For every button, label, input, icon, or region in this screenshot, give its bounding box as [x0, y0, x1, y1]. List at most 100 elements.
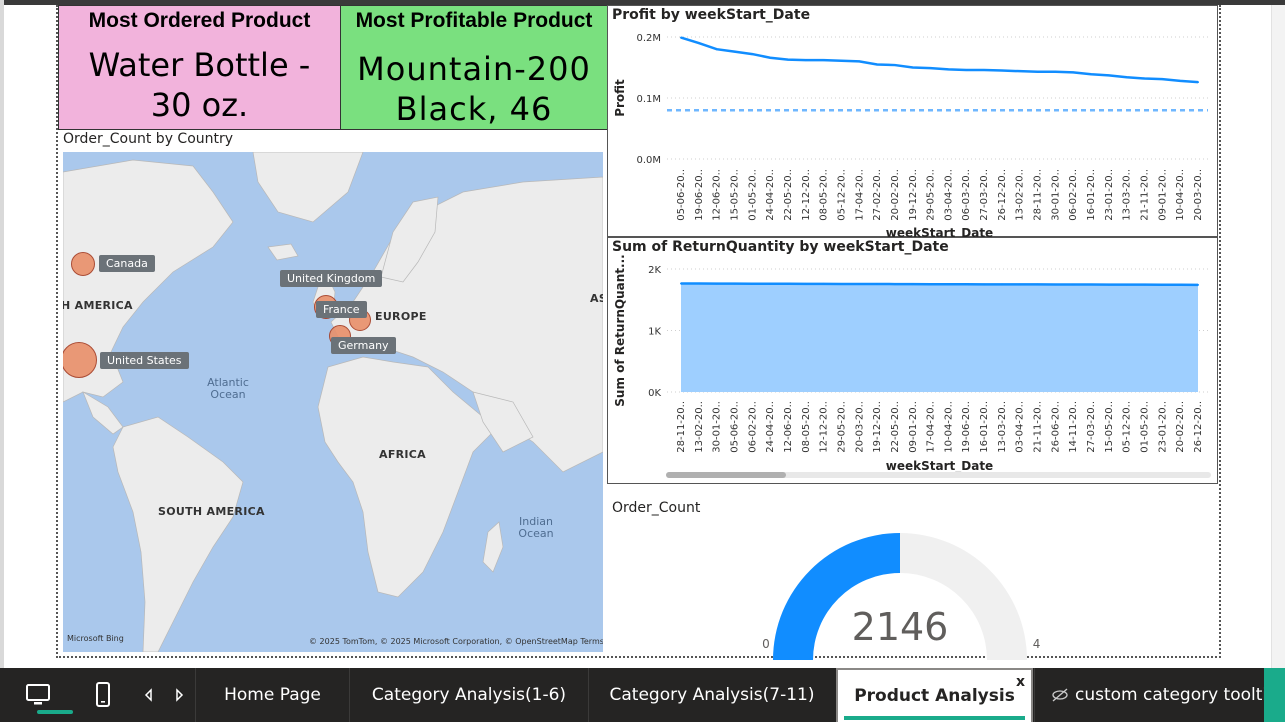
- x-tick-label: 14-11-20..: [1068, 401, 1079, 453]
- x-tick-label: 12-06-20..: [712, 169, 723, 221]
- data-point: [680, 36, 682, 39]
- data-point: [1107, 74, 1110, 77]
- x-tick-label: 05-12-20..: [1122, 401, 1133, 453]
- tab-category-analysis-1-6[interactable]: Category Analysis(1-6): [349, 668, 588, 722]
- card-most-profitable-product[interactable]: Most Profitable Product Mountain-200 Bla…: [340, 5, 608, 130]
- data-point: [1179, 283, 1182, 286]
- x-tick-label: 26-12-20..: [1193, 401, 1204, 453]
- map-attribution[interactable]: © 2025 TomTom, © 2025 Microsoft Corporat…: [309, 637, 603, 646]
- data-point: [1036, 283, 1039, 286]
- data-point: [697, 42, 700, 45]
- previous-page-button[interactable]: [138, 668, 158, 722]
- country-label-united-states: United States: [100, 352, 189, 369]
- data-point: [697, 282, 700, 285]
- country-label-united-kingdom: United Kingdom: [280, 270, 383, 287]
- data-point: [876, 283, 879, 286]
- ocean-label-atlantic: Atlantic Ocean: [207, 376, 249, 401]
- x-tick-label: 20-03-20..: [854, 401, 865, 453]
- data-point: [769, 282, 772, 285]
- data-point: [1000, 69, 1003, 72]
- x-tick-label: 20-02-20..: [890, 169, 901, 221]
- data-point: [911, 66, 914, 69]
- series-line: [680, 36, 1199, 84]
- card-most-ordered-product[interactable]: Most Ordered Product Water Bottle - 30 o…: [58, 5, 341, 130]
- tab-custom-category-tooltip[interactable]: custom category tooltip: [1034, 668, 1264, 722]
- x-tick-label: 22-05-20..: [783, 169, 794, 221]
- data-point: [1197, 283, 1199, 286]
- next-page-button[interactable]: [170, 668, 190, 722]
- order-count-gauge[interactable]: 2146 0 4292: [760, 520, 1063, 660]
- data-point: [786, 282, 789, 285]
- data-point: [893, 283, 896, 286]
- y-tick-label: 0K: [648, 388, 661, 399]
- region-label-asia: AS: [590, 292, 603, 305]
- tab-category-analysis-7-11[interactable]: Category Analysis(7-11): [588, 668, 835, 722]
- bing-logo: Microsoft Bing: [67, 634, 124, 643]
- x-tick-label: 09-01-20..: [908, 401, 919, 453]
- data-point: [1036, 70, 1039, 73]
- x-tick-label: 03-04-20..: [943, 169, 954, 221]
- desktop-layout-button[interactable]: [18, 668, 73, 722]
- gauge-svg: 2146 0 4292: [762, 533, 1063, 660]
- x-tick-label: 29-05-20..: [926, 169, 937, 221]
- return-quantity-area-chart[interactable]: Sum of ReturnQuantity by weekStart_Date …: [607, 237, 1218, 484]
- horizontal-scrollbar[interactable]: [666, 472, 1211, 478]
- order-count-map[interactable]: Canada United Kingdom France Germany Uni…: [63, 152, 603, 652]
- x-tick-label: 28-11-20..: [676, 401, 687, 453]
- tab-label: Home Page: [224, 685, 321, 705]
- data-point: [1125, 283, 1128, 286]
- data-point: [733, 282, 736, 285]
- data-point: [733, 50, 736, 53]
- data-point: [1143, 283, 1146, 286]
- close-tab-icon[interactable]: x: [1016, 674, 1025, 690]
- x-tick-label: 03-04-20..: [1015, 401, 1026, 453]
- data-point: [840, 59, 843, 62]
- mobile-layout-button[interactable]: [90, 668, 116, 722]
- gauge-max-label: 4292: [1033, 637, 1040, 651]
- data-point: [929, 67, 932, 70]
- data-point: [858, 283, 861, 286]
- data-point: [1000, 283, 1003, 286]
- x-tick-label: 23-01-20..: [1157, 401, 1168, 453]
- x-tick-label: 30-01-20..: [1050, 169, 1061, 221]
- active-tab-indicator: [844, 716, 1025, 720]
- map-title: Order_Count by Country: [63, 131, 234, 147]
- data-point: [1179, 79, 1182, 82]
- data-point: [822, 282, 825, 285]
- country-label-canada: Canada: [99, 255, 155, 272]
- x-tick-label: 13-03-20..: [997, 401, 1008, 453]
- data-point: [983, 283, 986, 286]
- scrollbar-thumb[interactable]: [666, 472, 786, 478]
- y-tick-label: 0.0M: [636, 155, 661, 166]
- data-point: [1054, 283, 1057, 286]
- data-point: [680, 282, 682, 285]
- x-tick-label: 17-04-20..: [926, 401, 937, 453]
- country-label-germany: Germany: [331, 337, 396, 354]
- y-tick-label: 1K: [648, 327, 661, 338]
- data-point: [1072, 71, 1075, 74]
- data-point: [751, 53, 754, 56]
- x-tick-label: 10-04-20..: [943, 401, 954, 453]
- x-tick-label: 12-06-20..: [783, 401, 794, 453]
- data-point: [751, 282, 754, 285]
- x-tick-label: 05-06-20..: [729, 401, 740, 453]
- gauge-title: Order_Count: [612, 500, 701, 516]
- profit-chart-svg: 0.2M 0.1M 0.0M 05-06-20.. 19-06-20.. 12-06-20…: [613, 33, 1208, 238]
- region-label-europe: EUROPE: [375, 310, 427, 323]
- data-point: [983, 68, 986, 71]
- data-point: [1018, 70, 1021, 73]
- x-tick-label: 23-01-20..: [1104, 169, 1115, 221]
- bubble-canada[interactable]: [71, 252, 95, 276]
- tab-product-analysis[interactable]: Product Analysis x: [836, 668, 1033, 722]
- vertical-scrollbar[interactable]: [1271, 5, 1285, 668]
- y-tick-label: 0.2M: [636, 33, 661, 44]
- tab-home-page[interactable]: Home Page: [195, 668, 349, 722]
- series-line: [680, 282, 1199, 287]
- tab-label: custom category tooltip: [1075, 685, 1264, 705]
- data-point: [858, 60, 861, 63]
- x-tick-label: 12-12-20..: [801, 169, 812, 221]
- country-label-france: France: [316, 301, 367, 318]
- profit-line-chart[interactable]: Profit by weekStart_Date 0.2M 0.1M 0.0M 05-…: [607, 5, 1218, 238]
- x-tick-label: 16-01-20..: [979, 401, 990, 453]
- x-tick-label: 09-01-20..: [1157, 169, 1168, 221]
